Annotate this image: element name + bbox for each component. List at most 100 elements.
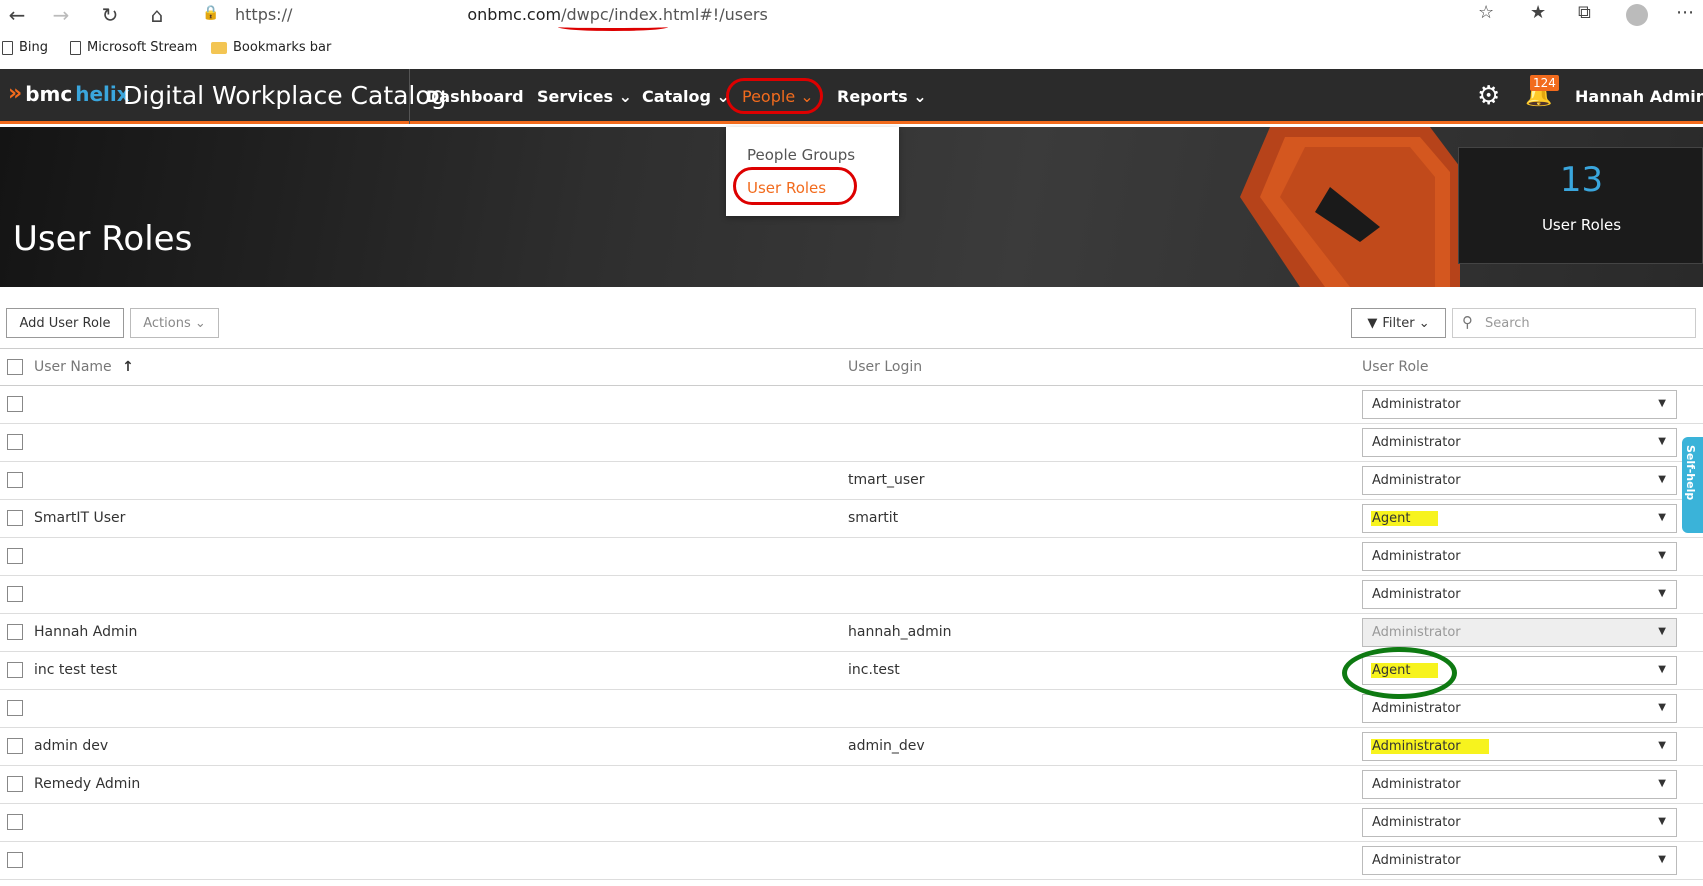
row-checkbox[interactable] [7, 396, 23, 412]
table-row[interactable]: Administrator ▼ [0, 538, 1703, 576]
gear-icon[interactable]: ⚙ [1477, 81, 1500, 111]
sort-ascending-icon[interactable]: ↑ [122, 359, 134, 375]
search-input[interactable]: ⚲ Search [1452, 308, 1696, 338]
user-role-value: Administrator [1372, 473, 1461, 488]
bookmark-bing[interactable]: Bing [2, 40, 48, 55]
table-row[interactable]: Administrator ▼ [0, 576, 1703, 614]
table-row[interactable]: SmartIT User smartit Agent ▼ [0, 500, 1703, 538]
column-user-name[interactable]: User Name ↑ [34, 359, 134, 375]
filter-label: Filter ⌄ [1382, 315, 1430, 331]
user-role-value: Administrator [1372, 397, 1461, 412]
row-checkbox[interactable] [7, 548, 23, 564]
people-dropdown-menu: People Groups User Roles [726, 127, 899, 216]
nav-reports[interactable]: Reports ⌄ [837, 87, 927, 106]
table-row[interactable]: admin dev admin_dev Administrator ▼ [0, 728, 1703, 766]
table-row[interactable]: Remedy Admin Administrator ▼ [0, 766, 1703, 804]
row-checkbox[interactable] [7, 700, 23, 716]
user-role-select[interactable]: Administrator ▼ [1362, 580, 1677, 609]
notification-badge: 124 [1530, 75, 1559, 91]
row-checkbox[interactable] [7, 738, 23, 754]
table-row[interactable]: Administrator ▼ [0, 842, 1703, 880]
collections-icon[interactable]: ⧉ [1578, 2, 1591, 23]
menu-item-people-groups[interactable]: People Groups [747, 146, 855, 164]
add-user-role-button[interactable]: Add User Role [6, 308, 124, 338]
user-role-select[interactable]: Administrator ▼ [1362, 466, 1677, 495]
user-name-cell: Remedy Admin [34, 776, 141, 792]
logo-helix: helix [75, 82, 130, 106]
favorites-icon[interactable]: ★ [1530, 2, 1546, 23]
select-all-checkbox[interactable] [7, 359, 23, 375]
profile-icon[interactable] [1626, 4, 1648, 26]
user-name-cell: admin dev [34, 738, 109, 754]
caret-down-icon: ▼ [1658, 702, 1666, 713]
self-help-tab[interactable]: Self-help [1682, 437, 1703, 533]
user-role-select[interactable]: Administrator ▼ [1362, 846, 1677, 875]
actions-button[interactable]: Actions ⌄ [130, 308, 219, 338]
row-checkbox[interactable] [7, 776, 23, 792]
user-role-value: Agent [1371, 511, 1439, 526]
table-row[interactable]: tmart_user Administrator ▼ [0, 462, 1703, 500]
header-divider [409, 69, 410, 124]
table-row[interactable]: Administrator ▼ [0, 690, 1703, 728]
header-label: User Name [34, 359, 112, 375]
bookmark-stream[interactable]: Microsoft Stream [70, 40, 197, 55]
caret-down-icon: ▼ [1658, 512, 1666, 523]
row-checkbox[interactable] [7, 434, 23, 450]
user-role-value: Administrator [1372, 777, 1461, 792]
user-role-value: Administrator [1371, 739, 1489, 754]
column-user-login[interactable]: User Login [848, 359, 922, 375]
user-role-select[interactable]: Agent ▼ [1362, 504, 1677, 533]
user-role-select[interactable]: Administrator ▼ [1362, 428, 1677, 457]
caret-down-icon: ▼ [1658, 436, 1666, 447]
row-checkbox[interactable] [7, 624, 23, 640]
table-row[interactable]: Administrator ▼ [0, 804, 1703, 842]
user-role-select[interactable]: Administrator ▼ [1362, 390, 1677, 419]
caret-down-icon: ▼ [1658, 588, 1666, 599]
app-title: Digital Workplace Catalog [123, 81, 447, 110]
forward-icon[interactable]: → [48, 2, 74, 28]
row-checkbox[interactable] [7, 472, 23, 488]
address-bar[interactable]: 🔒 https:// onbmc.com/dwpc/index.html#!/us… [190, 1, 1480, 31]
row-checkbox[interactable] [7, 586, 23, 602]
caret-down-icon: ▼ [1658, 626, 1666, 637]
home-icon[interactable]: ⌂ [144, 2, 170, 28]
caret-down-icon: ▼ [1658, 474, 1666, 485]
self-help-label: Self-help [1684, 445, 1697, 501]
row-checkbox[interactable] [7, 662, 23, 678]
user-role-select[interactable]: Administrator ▼ [1362, 732, 1677, 761]
table-row[interactable]: Hannah Admin hannah_admin Administrator ▼ [0, 614, 1703, 652]
column-user-role[interactable]: User Role [1362, 359, 1429, 375]
caret-down-icon: ▼ [1658, 664, 1666, 675]
more-icon[interactable]: ⋯ [1676, 2, 1694, 23]
user-role-select[interactable]: Administrator ▼ [1362, 542, 1677, 571]
user-role-select: Administrator ▼ [1362, 618, 1677, 647]
row-checkbox[interactable] [7, 510, 23, 526]
user-menu[interactable]: Hannah Admin ⌄ [1575, 87, 1703, 106]
row-checkbox[interactable] [7, 852, 23, 868]
user-login-cell: admin_dev [848, 738, 925, 754]
user-role-select[interactable]: Administrator ▼ [1362, 808, 1677, 837]
reload-icon[interactable]: ↻ [97, 2, 123, 28]
filter-button[interactable]: ▼ Filter ⌄ [1351, 308, 1446, 338]
user-role-select[interactable]: Administrator ▼ [1362, 770, 1677, 799]
nav-catalog[interactable]: Catalog ⌄ [642, 87, 730, 106]
url-prefix: https:// [235, 5, 293, 24]
back-icon[interactable]: ← [4, 2, 30, 28]
app-header: » bmc helix Digital Workplace Catalog Da… [0, 69, 1703, 124]
red-circle-annotation [726, 78, 823, 114]
bookmark-folder[interactable]: Bookmarks bar [211, 40, 331, 55]
page-title: User Roles [13, 219, 193, 259]
nav-dashboard[interactable]: Dashboard [426, 87, 524, 106]
user-roles-count-card: 13 User Roles [1458, 147, 1703, 264]
caret-down-icon: ▼ [1658, 398, 1666, 409]
user-role-value: Administrator [1372, 625, 1461, 640]
user-login-cell: smartit [848, 510, 899, 526]
favorite-add-icon[interactable]: ☆ [1478, 2, 1494, 23]
user-login-cell: inc.test [848, 662, 900, 678]
bmc-helix-logo[interactable]: » bmc helix [8, 82, 130, 106]
nav-services[interactable]: Services ⌄ [537, 87, 632, 106]
table-row[interactable]: Administrator ▼ [0, 386, 1703, 424]
row-checkbox[interactable] [7, 814, 23, 830]
table-row[interactable]: Administrator ▼ [0, 424, 1703, 462]
user-name-cell: inc test test [34, 662, 118, 678]
